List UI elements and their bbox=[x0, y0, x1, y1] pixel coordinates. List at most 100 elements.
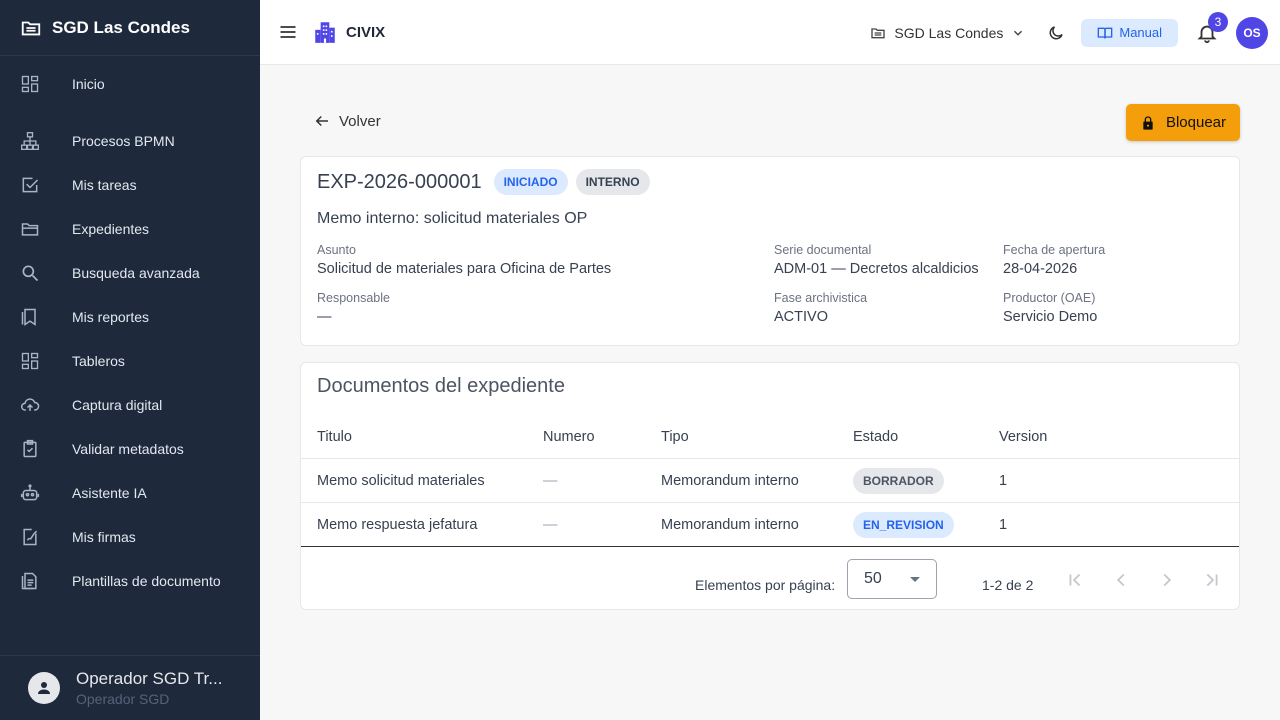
table-row[interactable]: Memo solicitud materiales — Memorandum i… bbox=[301, 459, 1239, 503]
organization-selector[interactable]: SGD Las Condes bbox=[870, 25, 1025, 41]
brand[interactable]: CIVIX bbox=[312, 19, 385, 45]
documents-title: Documentos del expediente bbox=[317, 375, 565, 397]
sidebar-item-label: Mis tareas bbox=[72, 177, 137, 193]
sidebar-title: SGD Las Condes bbox=[52, 17, 190, 37]
sidebar-item-procesos-bpmn[interactable]: Procesos BPMN bbox=[0, 119, 260, 163]
page-size-value: 50 bbox=[864, 570, 882, 587]
column-header-estado[interactable]: Estado bbox=[853, 415, 898, 459]
sidebar-header: SGD Las Condes bbox=[0, 0, 260, 56]
cell-version: 1 bbox=[999, 473, 1008, 489]
sidebar-item-label: Procesos BPMN bbox=[72, 133, 175, 149]
sidebar-item-label: Mis reportes bbox=[72, 309, 150, 325]
folder-icon bbox=[20, 17, 42, 39]
field-value: — bbox=[317, 309, 332, 325]
cell-titulo: Memo respuesta jefatura bbox=[317, 517, 478, 533]
page-size-select[interactable]: 50 bbox=[847, 559, 937, 599]
page-range: 1-2 de 2 bbox=[982, 577, 1034, 593]
sidebar-item-expedientes[interactable]: Expedientes bbox=[0, 207, 260, 251]
back-label: Volver bbox=[339, 112, 381, 130]
column-header-tipo[interactable]: Tipo bbox=[661, 415, 689, 459]
menu-icon[interactable] bbox=[278, 22, 298, 42]
field-label: Productor (OAE) bbox=[1003, 291, 1096, 305]
dark-mode-toggle-icon[interactable] bbox=[1047, 24, 1065, 42]
lock-button[interactable]: Bloquear bbox=[1126, 104, 1240, 141]
field-responsable: Responsable — bbox=[317, 291, 390, 325]
user-avatar-icon bbox=[28, 672, 60, 704]
hierarchy-icon bbox=[20, 131, 40, 151]
field-productor: Productor (OAE) Servicio Demo bbox=[1003, 291, 1097, 325]
cell-titulo: Memo solicitud materiales bbox=[317, 473, 485, 489]
sidebar-item-label: Busqueda avanzada bbox=[72, 265, 200, 281]
sidebar-item-label: Plantillas de documento bbox=[72, 573, 221, 589]
sidebar-item-captura-digital[interactable]: Captura digital bbox=[0, 383, 260, 427]
sidebar-item-mis-firmas[interactable]: Mis firmas bbox=[0, 515, 260, 559]
paginator: Elementos por página: 50 1-2 de 2 bbox=[301, 559, 1239, 611]
column-header-numero[interactable]: Numero bbox=[543, 415, 595, 459]
sidebar: SGD Las Condes Inicio Procesos BPMN Mis … bbox=[0, 0, 260, 720]
cell-estado: BORRADOR bbox=[853, 459, 944, 503]
field-value: Solicitud de materiales para Oficina de … bbox=[317, 261, 612, 277]
signature-icon bbox=[20, 527, 40, 547]
sidebar-item-label: Expedientes bbox=[72, 221, 150, 237]
sidebar-item-mis-tareas[interactable]: Mis tareas bbox=[0, 163, 260, 207]
bookmark-doc-icon bbox=[20, 307, 40, 327]
expediente-id: EXP-2026-000001 bbox=[317, 170, 482, 193]
sidebar-item-label: Tableros bbox=[72, 353, 125, 369]
column-header-titulo[interactable]: Titulo bbox=[317, 415, 352, 459]
sidebar-item-label: Captura digital bbox=[72, 397, 163, 413]
cell-version: 1 bbox=[999, 517, 1008, 533]
sidebar-item-label: Asistente IA bbox=[72, 485, 147, 501]
previous-page-icon[interactable] bbox=[1110, 569, 1132, 591]
organization-name: SGD Las Condes bbox=[894, 24, 1004, 41]
field-serie: Serie documental ADM-01 — Decretos alcal… bbox=[774, 243, 979, 277]
status-chip: INICIADO bbox=[493, 169, 568, 195]
sidebar-item-validar-metadatos[interactable]: Validar metadatos bbox=[0, 427, 260, 471]
field-fase: Fase archivistica ACTIVO bbox=[774, 291, 867, 325]
table-row[interactable]: Memo respuesta jefatura — Memorandum int… bbox=[301, 503, 1239, 547]
clipboard-check-icon bbox=[20, 439, 40, 459]
book-icon bbox=[1097, 25, 1113, 41]
sidebar-user[interactable]: Operador SGD Tr... Operador SGD bbox=[0, 655, 260, 720]
first-page-icon[interactable] bbox=[1064, 569, 1086, 591]
sidebar-item-label: Inicio bbox=[72, 76, 105, 92]
field-label: Responsable bbox=[317, 291, 390, 305]
sidebar-item-plantillas[interactable]: Plantillas de documento bbox=[0, 559, 260, 603]
sidebar-item-tableros[interactable]: Tableros bbox=[0, 339, 260, 383]
documents-card: Documentos del expediente Titulo Numero … bbox=[300, 362, 1240, 610]
back-button[interactable]: Volver bbox=[313, 112, 381, 130]
next-page-icon[interactable] bbox=[1156, 569, 1178, 591]
field-value: Servicio Demo bbox=[1003, 309, 1098, 325]
dropdown-caret-icon bbox=[910, 577, 920, 582]
notification-count-badge: 3 bbox=[1208, 11, 1228, 32]
cloud-upload-icon bbox=[20, 395, 40, 415]
documents-table: Titulo Numero Tipo Estado Version Memo s… bbox=[301, 415, 1239, 547]
sidebar-item-label: Mis firmas bbox=[72, 529, 136, 545]
last-page-icon[interactable] bbox=[1201, 569, 1223, 591]
type-chip: INTERNO bbox=[575, 169, 650, 195]
robot-icon bbox=[20, 483, 40, 503]
dashboard-icon bbox=[20, 351, 40, 371]
manual-label: Manual bbox=[1119, 25, 1162, 40]
cell-estado: EN_REVISION bbox=[853, 503, 954, 547]
cell-numero: — bbox=[543, 473, 558, 489]
expediente-card: EXP-2026-000001 INICIADO INTERNO Memo in… bbox=[300, 156, 1240, 346]
field-label: Fase archivistica bbox=[774, 291, 868, 305]
notifications-bell-icon[interactable]: 3 bbox=[1196, 11, 1228, 44]
field-value: ADM-01 — Decretos alcaldicios bbox=[774, 261, 979, 277]
field-label: Asunto bbox=[317, 243, 356, 257]
sidebar-item-asistente-ia[interactable]: Asistente IA bbox=[0, 471, 260, 515]
sidebar-item-busqueda-avanzada[interactable]: Busqueda avanzada bbox=[0, 251, 260, 295]
sidebar-item-inicio[interactable]: Inicio bbox=[0, 62, 260, 106]
user-name: Operador SGD Tr... bbox=[76, 669, 223, 688]
column-header-version[interactable]: Version bbox=[999, 415, 1047, 459]
field-asunto: Asunto Solicitud de materiales para Ofic… bbox=[317, 243, 611, 277]
folder-open-icon bbox=[20, 219, 40, 239]
sidebar-item-mis-reportes[interactable]: Mis reportes bbox=[0, 295, 260, 339]
user-avatar[interactable]: OS bbox=[1236, 16, 1268, 49]
building-logo-icon bbox=[312, 19, 338, 45]
expediente-title: Memo interno: solicitud materiales OP bbox=[317, 210, 588, 227]
sidebar-item-label: Validar metadatos bbox=[72, 441, 184, 457]
manual-button[interactable]: Manual bbox=[1081, 18, 1178, 47]
cell-numero: — bbox=[543, 517, 558, 533]
search-icon bbox=[20, 263, 40, 283]
